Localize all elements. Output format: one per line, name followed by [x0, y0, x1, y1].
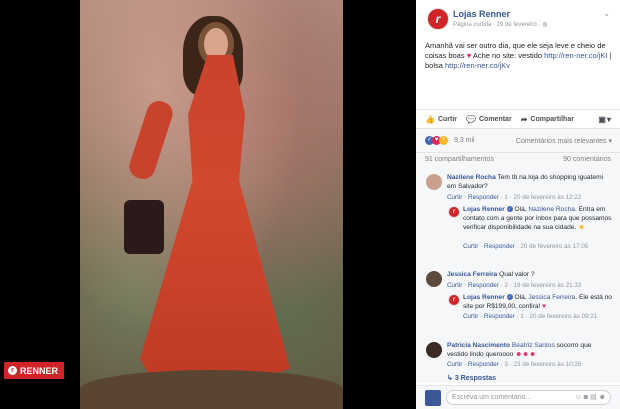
comment-like-link[interactable]: Curtir — [447, 282, 462, 289]
comment-text: Nazilene Rocha Tem tb na loja do shoppin… — [447, 174, 613, 192]
composer-tools: ☺◙▤☻ — [575, 393, 608, 401]
replier-name[interactable]: Lojas Renner — [463, 206, 505, 213]
avatar[interactable] — [426, 174, 442, 190]
like-label: Curtir — [437, 115, 458, 123]
post-meta: Página curtida · 19 de fevereiro · ◍ — [453, 21, 547, 28]
reply-meta-text: · 20 de fevereiro às 17:05 — [514, 243, 589, 250]
comment-meta-text: · 2 · 19 de fevereiro às 21:33 — [498, 282, 582, 289]
reaction-icons[interactable]: ✓ ♥ • — [425, 136, 448, 145]
commenter-name[interactable]: Jessica Ferreira — [447, 271, 497, 278]
view-replies-label: 3 Respostas — [454, 375, 497, 382]
verified-badge-icon: ✓ — [506, 206, 513, 213]
comment-meta-text: · 3 · 23 de fevereiro às 10:26 — [498, 361, 582, 368]
reactions-bar: ✓ ♥ • 9,3 mil Comentários mais relevante… — [416, 128, 620, 153]
reaction-count[interactable]: 9,3 mil — [454, 137, 475, 144]
sticker-icon[interactable]: ☻ — [599, 394, 608, 401]
reply-like-link[interactable]: Curtir — [463, 313, 478, 320]
replier-name[interactable]: Lojas Renner — [463, 294, 505, 301]
comment-text: Patricia Nascimento Beatriz Santos socor… — [447, 342, 613, 360]
comment-like-link[interactable]: Curtir — [447, 361, 462, 368]
chevron-down-icon[interactable]: ⌄ — [603, 9, 610, 18]
share-label: Compartilhar — [530, 115, 574, 123]
comment-meta-text: · 1 · 20 de fevereiro às 12:22 — [498, 194, 582, 201]
heart-emoji-icon: ♥ — [542, 302, 547, 310]
brand-watermark-label: RENNER — [20, 365, 59, 376]
comment-sort-dropdown[interactable]: Comentários mais relevantes ▾ — [516, 137, 612, 145]
reply-reply-link[interactable]: Responder — [484, 313, 515, 320]
reply-text: Lojas Renner ✓ Olá, Jessica Ferreira. El… — [463, 294, 615, 312]
comment-text: Jessica Ferreira Qual valor ? — [447, 271, 613, 280]
post-caption: Amanhã vai ser outro dia, que ele seja l… — [425, 41, 615, 71]
avatar[interactable] — [426, 271, 442, 287]
like-button[interactable]: 👍 Curtir — [425, 115, 457, 124]
avatar[interactable] — [426, 342, 442, 358]
comment-like-link[interactable]: Curtir — [447, 194, 462, 201]
comment-meta: Curtir · Responder · 2 · 19 de fevereiro… — [447, 282, 582, 289]
page-name-link[interactable]: Lojas Renner — [453, 9, 510, 19]
reply-text: Lojas Renner ✓ Olá, Nazilene Rocha. Entr… — [463, 206, 615, 232]
renner-logo-icon: r — [8, 366, 17, 375]
post-as-selector[interactable]: ▣ ▾ — [598, 115, 611, 124]
comment-mention[interactable]: Beatriz Santos — [512, 342, 555, 349]
caret-down-icon: ▾ — [606, 114, 611, 124]
comment-meta: Curtir · Responder · 1 · 20 de fevereiro… — [447, 194, 582, 201]
comment-body: Qual valor ? — [499, 271, 535, 278]
dress-link[interactable]: http://ren-ner.co/jKI — [544, 51, 607, 60]
verified-badge-icon: ✓ — [506, 294, 513, 301]
comment-reply-link[interactable]: Responder — [468, 282, 499, 289]
reply-mention[interactable]: Nazilene Rocha — [528, 206, 575, 213]
post-actions: 👍 Curtir 💬 Comentar ➦ Compartilhar ▣ ▾ — [416, 109, 620, 128]
wow-reaction-icon: • — [439, 136, 448, 145]
comment-reply-link[interactable]: Responder — [468, 194, 499, 201]
commenter-name[interactable]: Patricia Nascimento — [447, 342, 510, 349]
reply-meta: Curtir · Responder · 20 de fevereiro às … — [463, 243, 589, 250]
reply-body-a: Olá, — [514, 206, 529, 213]
commenter-name[interactable]: Nazilene Rocha — [447, 174, 496, 181]
share-button[interactable]: ➦ Compartilhar — [521, 115, 574, 124]
comment-button[interactable]: 💬 Comentar — [466, 115, 512, 124]
share-icon: ➦ — [520, 114, 528, 124]
comment-meta: Curtir · Responder · 3 · 23 de fevereiro… — [447, 361, 582, 368]
comment-label: Comentar — [479, 115, 512, 123]
bag-link[interactable]: http://ren-ner.co/jKv — [445, 61, 510, 70]
reply-arrow-icon: ↳ — [447, 375, 455, 382]
globe-icon: ◍ — [542, 22, 548, 28]
reply-body-a: Olá, — [514, 294, 529, 301]
comments-count[interactable]: 90 comentários — [563, 156, 611, 163]
gif-icon[interactable]: ▤ — [590, 394, 599, 401]
post-meta-text: Página curtida · 19 de fevereiro · — [453, 22, 543, 28]
reply-meta: Curtir · Responder · 1 · 20 de fevereiro… — [463, 313, 598, 320]
page-reply-avatar[interactable]: r — [448, 206, 460, 218]
reply-reply-link[interactable]: Responder — [484, 243, 515, 250]
page-avatar[interactable]: r — [427, 8, 449, 30]
emoji-icon[interactable]: ☺ — [575, 394, 584, 401]
shares-count[interactable]: 91 compartilhamentos — [425, 156, 494, 163]
current-user-avatar — [425, 390, 441, 406]
reply-meta-text: · 1 · 20 de fevereiro às 09:21 — [514, 313, 598, 320]
brand-watermark: r RENNER — [4, 362, 64, 379]
reply-like-link[interactable]: Curtir — [463, 243, 478, 250]
photo-viewer: r RENNER — [0, 0, 416, 409]
caption-text-2: Ache no site: vestido — [471, 51, 545, 60]
comment-composer: Escreva um comentário... ☺◙▤☻ — [416, 385, 620, 409]
thumbs-up-icon: 👍 — [425, 114, 435, 124]
comment-icon: 💬 — [466, 114, 476, 124]
page-reply-avatar[interactable]: r — [448, 294, 460, 306]
post-header: r Lojas Renner Página curtida · 19 de fe… — [416, 0, 620, 30]
view-replies-link[interactable]: ↳ 3 Respostas — [447, 374, 496, 382]
heart-eyes-emoji-icon: ☻☻☻ — [513, 350, 537, 358]
smile-emoji-icon: ☻ — [578, 223, 586, 231]
reply-mention[interactable]: Jessica Ferreira — [528, 294, 575, 301]
page-mini-avatar-icon: ▣ — [598, 114, 606, 124]
comment-reply-link[interactable]: Responder — [468, 361, 499, 368]
post-photo[interactable] — [80, 0, 343, 409]
post-sidebar: r Lojas Renner Página curtida · 19 de fe… — [416, 0, 620, 409]
share-comment-stats: 91 compartilhamentos 90 comentários — [416, 152, 620, 169]
